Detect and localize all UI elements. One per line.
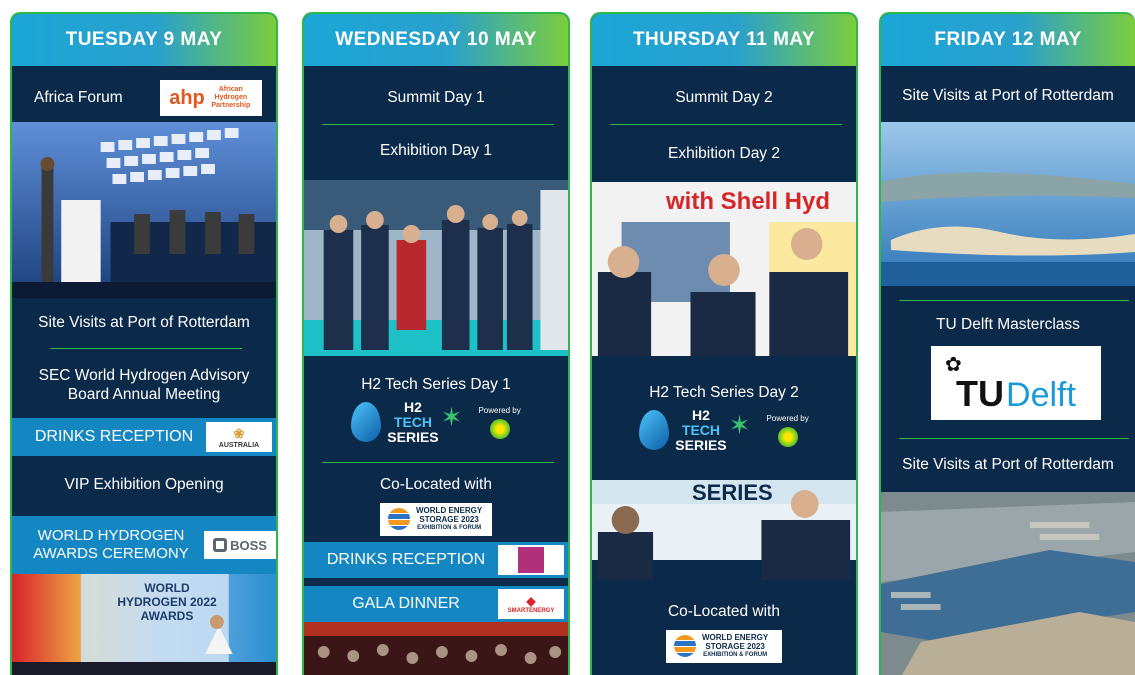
day-header: WEDNESDAY 10 MAY (304, 14, 568, 66)
tu-delft-logo: ✿ TU Delft (931, 346, 1101, 420)
h2-tech-series-logo: H2 TECH SERIES ✶ Powered by (639, 408, 809, 452)
event-label: H2 Tech Series Day 2 (649, 383, 799, 401)
gala-dinner-photo (304, 622, 568, 675)
water-drop-icon (639, 410, 670, 451)
boss-logo: BOSS (204, 531, 276, 559)
band-label: WORLD HYDROGEN AWARDS CEREMONY (33, 527, 189, 562)
ahp-logo-mark: ahp (169, 86, 205, 109)
band-label: DRINKS RECEPTION (326, 551, 486, 568)
divider (610, 124, 842, 125)
smartenergy-icon: ◆ (526, 594, 536, 608)
divider (899, 300, 1129, 301)
event-label: Africa Forum (34, 88, 123, 106)
event-exhibition: Exhibition Day 1 (379, 141, 492, 159)
ahp-logo-text: African Hydrogen Partnership (211, 86, 251, 109)
energy-stack-icon (674, 635, 696, 658)
event-h2-tech-series: H2 Tech Series Day 2 H2 TECH SERIES ✶ Po… (592, 360, 856, 476)
event-exhibition: Exhibition Day 2 (667, 144, 780, 162)
flame-icon: ✿ (945, 354, 962, 376)
band-label: GALA DINNER (352, 595, 460, 612)
divider (322, 462, 554, 463)
bp-logo-icon (777, 427, 798, 448)
energy-stack-icon (388, 508, 410, 531)
awards-band: WORLD HYDROGEN AWARDS CEREMONY BOSS (12, 516, 276, 574)
event-colocated: Co-Located with WORLD ENERGY STORAGE 202… (304, 468, 568, 544)
divider (899, 438, 1129, 439)
event-masterclass: TU Delft Masterclass (936, 315, 1080, 333)
day-column-wednesday: WEDNESDAY 10 MAY Summit Day 1 Exhibition… (302, 12, 570, 675)
africa-forum-photo (12, 122, 276, 298)
port-aerial-photo (881, 122, 1135, 286)
h2-tech-series-photo: SERIES (592, 480, 856, 580)
event-colocated: Co-Located with WORLD ENERGY STORAGE 202… (592, 592, 856, 674)
shell-stand-photo: with Shell Hyd (592, 182, 856, 356)
exhibition-photo (304, 180, 568, 356)
event-africa-forum: Africa Forum ahp African Hydrogen Partne… (12, 70, 276, 126)
day-column-friday: FRIDAY 12 MAY Site Visits at Port of Rot… (879, 12, 1135, 675)
event-summit: Summit Day 1 (387, 88, 485, 106)
australia-logo: ❀ AUSTRALIA (206, 422, 272, 452)
drinks-reception-band: DRINKS RECEPTION (304, 542, 568, 578)
water-drop-icon (351, 402, 382, 443)
world-energy-storage-logo: WORLD ENERGY STORAGE 2023 EXHIBITION & F… (666, 630, 782, 663)
event-sec-meeting: SEC World Hydrogen Advisory Board Annual… (38, 367, 250, 403)
tu-delft-tu: TU (956, 373, 1005, 414)
molecule-icon: ✶ (440, 401, 463, 432)
event-site-visits: Site Visits at Port of Rotterdam (38, 313, 250, 331)
divider (50, 348, 242, 349)
boss-icon (213, 538, 228, 552)
awards-photo-caption: WORLD HYDROGEN 2022 AWARDS (117, 581, 217, 623)
event-h2-tech-series: H2 Tech Series Day 1 H2 TECH SERIES ✶ Po… (304, 360, 568, 460)
sponsor-icon (518, 547, 544, 573)
smartenergy-logo: ◆ SMARTENERGY (498, 589, 564, 619)
sponsor-logo (498, 545, 564, 575)
series-banner-text: SERIES (692, 480, 773, 505)
day-column-thursday: THURSDAY 11 MAY Summit Day 2 Exhibition … (590, 12, 858, 675)
bp-logo-icon (489, 419, 510, 440)
day-header: TUESDAY 9 MAY (12, 14, 276, 66)
day-header: FRIDAY 12 MAY (881, 14, 1135, 66)
awards-photo: WORLD HYDROGEN 2022 AWARDS (12, 574, 276, 675)
event-label: H2 Tech Series Day 1 (361, 375, 511, 393)
band-label: DRINKS RECEPTION (34, 428, 194, 445)
powered-by-bp: Powered by (766, 414, 809, 448)
african-hydrogen-partnership-logo: ahp African Hydrogen Partnership (160, 80, 262, 116)
shell-banner-text: with Shell Hyd (666, 188, 831, 215)
gala-dinner-band: GALA DINNER ◆ SMARTENERGY (304, 586, 568, 622)
event-label: Co-Located with (379, 476, 492, 494)
molecule-icon: ✶ (728, 409, 751, 440)
event-label: Co-Located with (667, 603, 780, 621)
event-vip-opening: VIP Exhibition Opening (64, 475, 224, 493)
event-site-visits: Site Visits at Port of Rotterdam (902, 455, 1114, 473)
powered-by-bp: Powered by (478, 406, 521, 440)
drinks-reception-band: DRINKS RECEPTION ❀ AUSTRALIA (12, 418, 276, 456)
world-energy-storage-logo: WORLD ENERGY STORAGE 2023 EXHIBITION & F… (380, 503, 492, 536)
port-harbour-photo (881, 492, 1135, 675)
tu-delft-delft: Delft (1006, 376, 1076, 414)
event-site-visits: Site Visits at Port of Rotterdam (902, 86, 1114, 104)
h2-tech-series-logo: H2 TECH SERIES ✶ Powered by (351, 400, 521, 444)
kangaroo-icon: ❀ (233, 425, 245, 441)
day-header: THURSDAY 11 MAY (592, 14, 856, 66)
day-column-tuesday: TUESDAY 9 MAY Africa Forum ahp African H… (10, 12, 278, 675)
event-summit: Summit Day 2 (675, 88, 773, 106)
